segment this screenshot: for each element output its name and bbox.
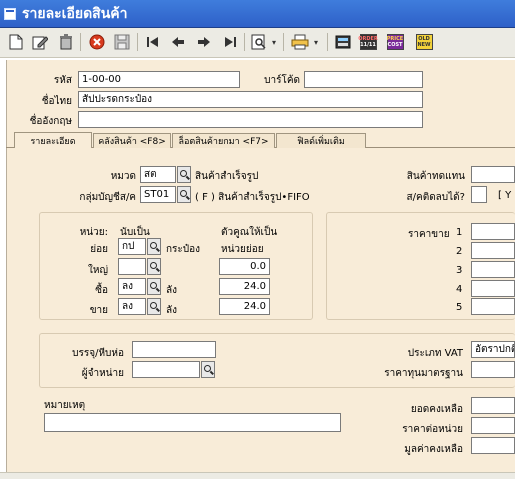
unit-row-label: ใหญ่ [88, 265, 108, 276]
search-dropdown-icon[interactable]: ▾ [269, 32, 279, 52]
balance-value-label: มูลค่าคงเหลือ [404, 444, 463, 455]
unit-header-label: หน่วย: [79, 227, 108, 238]
category-lookup-icon[interactable] [177, 166, 191, 183]
new-document-icon[interactable] [6, 32, 26, 52]
save-icon[interactable] [112, 32, 132, 52]
unit-factor-field[interactable]: 24.0 [219, 298, 270, 315]
price-level-number: 5 [456, 302, 463, 313]
edit-icon[interactable] [30, 32, 50, 52]
sale-price-field-5[interactable] [471, 298, 515, 315]
standard-cost-field[interactable] [471, 361, 515, 378]
code-label: รหัส [53, 75, 72, 86]
vat-type-select[interactable]: อัตราปกติ [471, 341, 515, 358]
account-group-description: ( F ) สินค้าสำเร็จรูป•FIFO [195, 192, 310, 203]
delete-icon[interactable] [56, 32, 76, 52]
price-cost-icon[interactable]: PRICE COST [385, 32, 405, 52]
window-title: รายละเอียดสินค้า [22, 5, 128, 22]
unit-name: กระป๋อง [166, 244, 201, 255]
barcode-label: บาร์โค้ด [264, 75, 300, 86]
cost-badge-text: COST [387, 42, 403, 48]
package-field[interactable] [132, 341, 216, 358]
balance-label: ยอดคงเหลือ [410, 404, 463, 415]
unit-lookup-icon[interactable] [147, 238, 161, 255]
status-bar [0, 472, 515, 479]
unit-name: ลัง [166, 285, 178, 296]
tab-warehouse[interactable]: คลังสินค้า <F8> [93, 133, 171, 148]
unit-code-field[interactable]: ลง [118, 298, 146, 315]
unit-name: ลัง [166, 305, 178, 316]
supplier-field[interactable] [132, 361, 200, 378]
unit-code-field[interactable]: กป [118, 238, 146, 255]
category-label: หมวด [110, 171, 136, 182]
tab-details[interactable]: รายละเอียด [14, 132, 92, 148]
tab-lot-carried[interactable]: ล็อตสินค้ายกมา <F7> [172, 133, 275, 148]
thai-name-label: ชื่อไทย [41, 96, 72, 107]
sale-price-field-2[interactable] [471, 242, 515, 259]
sale-price-field-1[interactable] [471, 223, 515, 240]
balance-field [471, 397, 515, 414]
barcode-field[interactable] [304, 71, 423, 88]
negative-stock-checkbox[interactable] [471, 186, 487, 203]
notes-field[interactable] [44, 413, 341, 432]
next-record-icon[interactable] [194, 32, 214, 52]
vat-type-label: ประเภท VAT [407, 348, 463, 359]
calculator-icon[interactable] [333, 32, 353, 52]
print-dropdown-icon[interactable]: ▾ [311, 32, 321, 52]
search-icon[interactable] [249, 32, 269, 52]
standard-cost-label: ราคาทุนมาตรฐาน [384, 368, 463, 379]
unit-factor-field[interactable]: 0.0 [219, 258, 270, 275]
old-new-icon[interactable]: OLD NEW [414, 32, 434, 52]
account-group-lookup-icon[interactable] [177, 186, 191, 203]
order-icon[interactable]: ORDER 11/11 [358, 32, 378, 52]
sale-price-field-3[interactable] [471, 261, 515, 278]
unit-code-field[interactable]: ลง [118, 278, 146, 295]
sale-price-field-4[interactable] [471, 280, 515, 297]
new-badge-text: NEW [417, 42, 431, 48]
window-icon [4, 7, 16, 20]
tab-extra-fields[interactable]: ฟิลด์เพิ่มเติม [276, 133, 366, 148]
print-icon[interactable] [290, 32, 310, 52]
substitute-field[interactable] [471, 166, 515, 183]
english-name-field[interactable] [78, 111, 423, 128]
negative-stock-label: ส/คติดลบได้? [406, 192, 465, 203]
account-group-field[interactable]: ST01 [140, 186, 176, 203]
substitute-label: สินค้าทดแทน [406, 171, 465, 182]
supplier-label: ผู้จำหน่าย [81, 368, 124, 379]
notes-label: หมายเหตุ [44, 400, 86, 411]
category-description: สินค้าสำเร็จรูป [195, 171, 259, 182]
sale-price-label: ราคาขาย [408, 229, 450, 240]
unit-price-label: ราคาต่อหน่วย [402, 424, 463, 435]
last-record-icon[interactable] [220, 32, 240, 52]
unit-lookup-icon[interactable] [147, 298, 161, 315]
price-level-number: 1 [456, 227, 463, 238]
unit-row-label: ซื้อ [95, 285, 108, 296]
unit-row-label: ย่อย [90, 244, 108, 255]
price-level-number: 3 [456, 265, 463, 276]
order-badge-subtext: 11/11 [360, 42, 376, 48]
cancel-icon[interactable] [87, 32, 107, 52]
toolbar: ▾ ▾ ORDER 11/11 PRICE COST OLD NEW [0, 28, 515, 58]
thai-name-field[interactable]: สัปปะรดกระป๋อง [78, 91, 423, 108]
unit-row-label: ขาย [89, 305, 108, 316]
window-titlebar: รายละเอียดสินค้า [0, 0, 515, 28]
account-group-label: กลุ่มบัญชีส/ค [79, 192, 136, 203]
price-level-number: 2 [456, 246, 463, 257]
first-record-icon[interactable] [143, 32, 163, 52]
package-label: บรรจุ/หีบห่อ [72, 348, 124, 359]
unit-code-field[interactable] [118, 258, 146, 275]
balance-value-field [471, 437, 515, 454]
previous-record-icon[interactable] [168, 32, 188, 52]
code-field[interactable]: 1-00-00 [78, 71, 240, 88]
unit-price-field [471, 417, 515, 434]
supplier-lookup-icon[interactable] [201, 361, 215, 378]
category-field[interactable]: สต [140, 166, 176, 183]
unit-lookup-icon[interactable] [147, 278, 161, 295]
english-name-label: ชื่ออังกฤษ [29, 116, 72, 127]
price-level-number: 4 [456, 284, 463, 295]
unit-factor-field[interactable]: 24.0 [219, 278, 270, 295]
multiplier-subheader: หน่วยย่อย [221, 244, 264, 255]
negative-stock-hint: [ Y [498, 190, 512, 201]
multiplier-header: ตัวคูณให้เป็น [221, 227, 278, 238]
unit-lookup-icon[interactable] [147, 258, 161, 275]
